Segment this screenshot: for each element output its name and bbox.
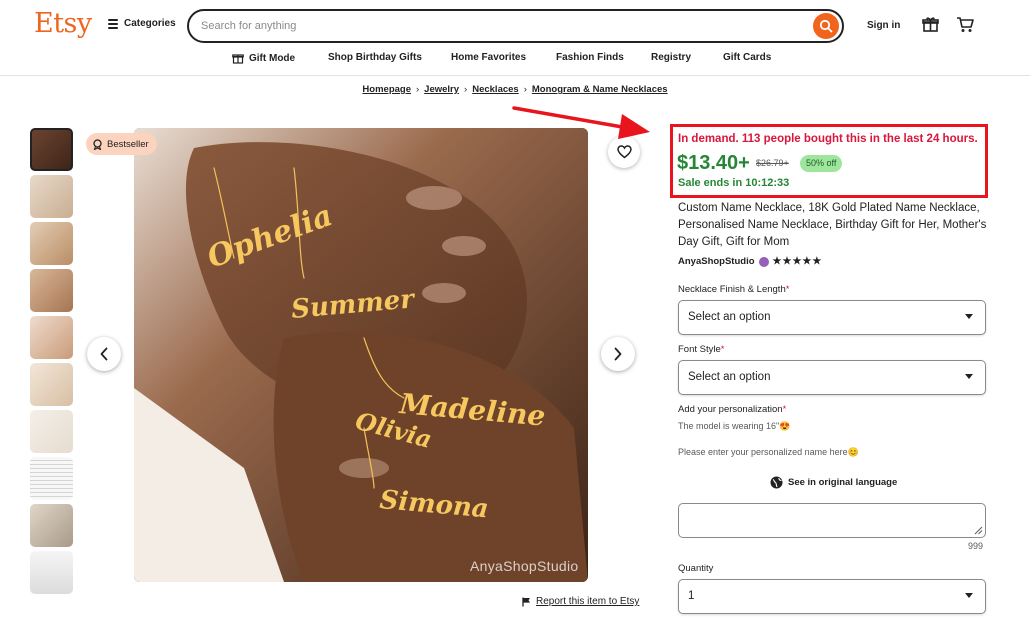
original-price: $26.79+ [756, 158, 789, 168]
thumbnail[interactable] [30, 316, 73, 359]
image-watermark: AnyaShopStudio [470, 558, 579, 574]
previous-image-button[interactable] [87, 337, 121, 371]
nav-gift-cards[interactable]: Gift Cards [723, 52, 771, 63]
thumbnail[interactable] [30, 457, 73, 500]
thumbnail[interactable] [30, 175, 73, 218]
required-mark: * [720, 344, 725, 355]
personalization-label-text: Add your personalization [678, 404, 783, 415]
gift-icon [232, 54, 244, 64]
report-item-link[interactable]: Report this item to Etsy [522, 596, 639, 607]
caret-down-icon [965, 374, 973, 379]
thumbnail[interactable] [30, 269, 73, 312]
top-nav: Gift Mode Shop Birthday Gifts Home Favor… [0, 52, 1030, 66]
chevron-left-icon [100, 347, 108, 361]
product-photo: Ophelia Summer Madeline Olivia Simona [134, 128, 588, 582]
see-original-label: See in original language [788, 477, 898, 488]
nav-gift-mode[interactable]: Gift Mode [232, 52, 295, 64]
sale-price: $13.40+ [677, 152, 750, 174]
breadcrumb-jewelry[interactable]: Jewelry [424, 84, 459, 95]
bestseller-badge: Bestseller [86, 133, 157, 155]
caret-down-icon [965, 314, 973, 319]
quantity-select-value: 1 [688, 590, 695, 602]
categories-button[interactable]: Categories [108, 18, 176, 29]
chevron-right-icon [614, 347, 622, 361]
resize-handle-icon[interactable] [973, 525, 983, 535]
nav-shop-birthday-gifts[interactable]: Shop Birthday Gifts [328, 52, 422, 63]
breadcrumb-necklaces[interactable]: Necklaces [472, 84, 518, 95]
gift-icon[interactable] [922, 16, 939, 38]
breadcrumb-homepage[interactable]: Homepage [362, 84, 411, 95]
demand-notice: In demand. 113 people bought this in the… [678, 133, 978, 145]
star-seller-icon [758, 256, 769, 267]
nav-fashion-finds[interactable]: Fashion Finds [556, 52, 624, 63]
nav-home-favorites[interactable]: Home Favorites [451, 52, 526, 63]
thumbnail[interactable] [30, 222, 73, 265]
search-bar [187, 9, 844, 43]
required-mark: * [782, 404, 787, 415]
next-image-button[interactable] [601, 337, 635, 371]
sale-countdown: Sale ends in 10:12:33 [678, 177, 790, 189]
search-icon [819, 19, 833, 33]
chevron-right-icon: › [416, 84, 420, 95]
etsy-logo[interactable]: Etsy [34, 8, 92, 39]
award-icon [93, 138, 102, 150]
sign-in-link[interactable]: Sign in [867, 20, 900, 31]
breadcrumb: Homepage › Jewelry › Necklaces › Monogram & Na… [0, 84, 1030, 95]
finish-label: Necklace Finish & Length* [678, 284, 789, 295]
quantity-label: Quantity [678, 563, 714, 574]
thumbnail[interactable] [30, 128, 73, 171]
search-input[interactable] [201, 16, 801, 36]
personalization-textarea[interactable] [678, 503, 986, 538]
nav-registry[interactable]: Registry [651, 52, 691, 63]
font-style-select-value: Select an option [688, 371, 771, 383]
finish-label-text: Necklace Finish & Length [678, 284, 786, 295]
thumbnail[interactable] [30, 410, 73, 453]
required-mark: * [785, 284, 790, 295]
categories-label: Categories [124, 18, 176, 29]
chevron-right-icon: › [523, 84, 527, 95]
header: Etsy Categories Sign in [0, 0, 1030, 76]
discount-badge: 50% off [800, 155, 843, 172]
favorite-button[interactable] [608, 136, 640, 168]
annotation-arrow [512, 106, 650, 139]
font-style-select[interactable]: Select an option [678, 360, 986, 395]
finish-select[interactable]: Select an option [678, 300, 986, 335]
see-original-language-button[interactable]: See in original language [770, 476, 897, 489]
character-counter: 999 [968, 541, 984, 551]
product-title: Custom Name Necklace, 18K Gold Plated Na… [678, 202, 987, 248]
rating-stars[interactable]: ★★★★★ [773, 256, 823, 267]
thumbnail[interactable] [30, 551, 73, 594]
globe-icon [770, 476, 783, 489]
product-image[interactable]: Ophelia Summer Madeline Olivia Simona [134, 128, 588, 582]
search-button[interactable] [813, 13, 839, 39]
hamburger-icon [108, 19, 118, 29]
shop-name-link[interactable]: AnyaShopStudio [678, 256, 755, 267]
personalization-prompt: Please enter your personalized name here… [678, 447, 859, 457]
personalization-label: Add your personalization* [678, 404, 786, 415]
quantity-select[interactable]: 1 [678, 579, 986, 614]
bestseller-label: Bestseller [107, 138, 149, 150]
caret-down-icon [965, 593, 973, 598]
font-style-label-text: Font Style [678, 344, 721, 355]
breadcrumb-monogram-name-necklaces[interactable]: Monogram & Name Necklaces [532, 84, 668, 95]
model-note: The model is wearing 16"😍 [678, 421, 791, 431]
cart-icon[interactable] [956, 16, 974, 38]
thumbnail[interactable] [30, 504, 73, 547]
flag-icon [522, 597, 530, 606]
heart-icon [616, 145, 632, 159]
chevron-right-icon: › [464, 84, 468, 95]
thumbnail-list [30, 128, 74, 598]
nav-label: Gift Mode [249, 52, 296, 64]
thumbnail[interactable] [30, 363, 73, 406]
report-label: Report this item to Etsy [536, 596, 640, 607]
finish-select-value: Select an option [688, 311, 771, 323]
shop-info: AnyaShopStudio ★★★★★ [678, 256, 822, 267]
font-style-label: Font Style* [678, 344, 724, 355]
